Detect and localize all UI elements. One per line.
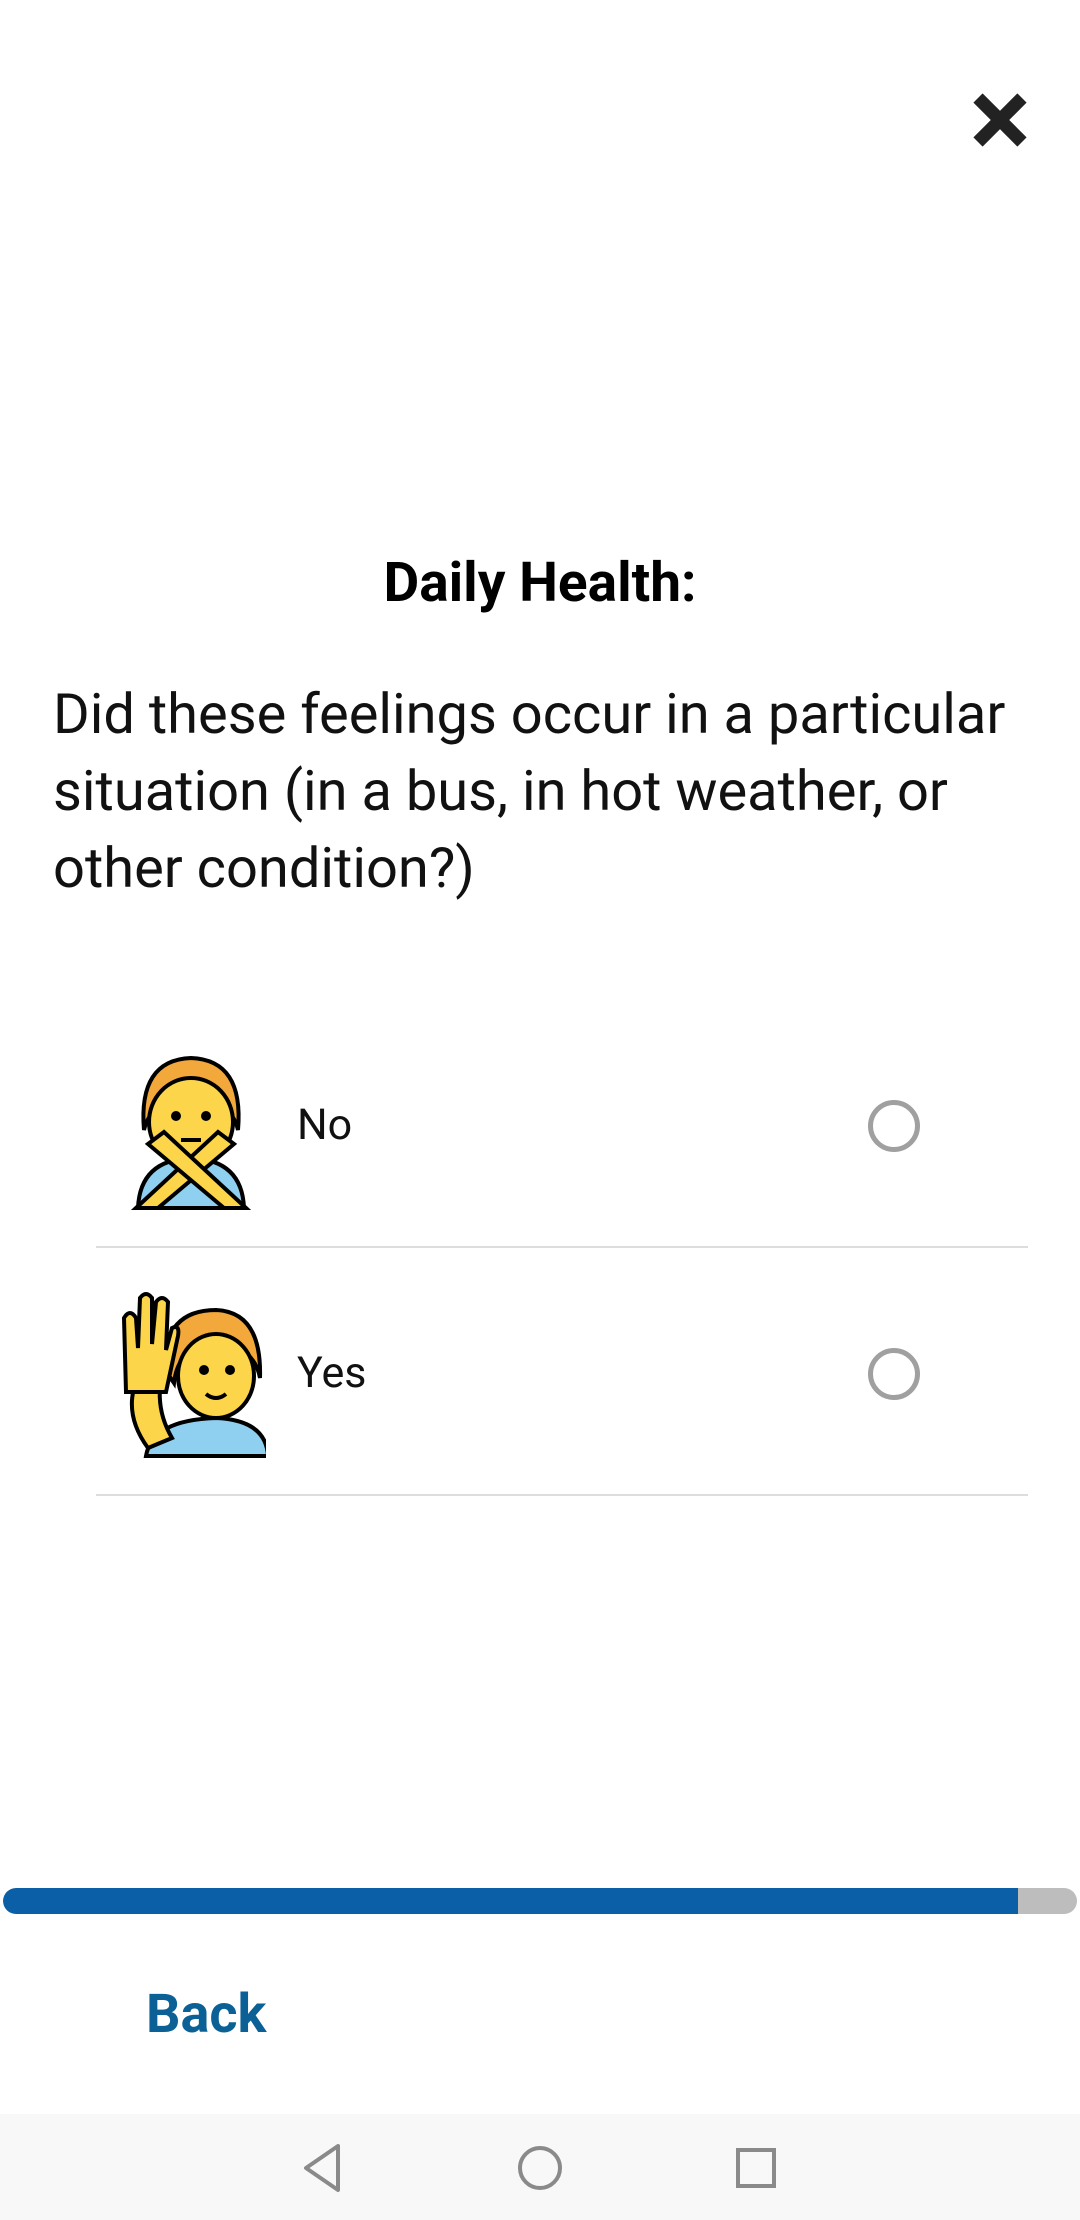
section-title: Daily Health: (383, 551, 697, 615)
close-icon (973, 93, 1027, 147)
back-button[interactable]: Back (146, 1980, 266, 2050)
close-button[interactable] (960, 80, 1040, 160)
answer-options: No Yes (96, 1000, 1028, 1496)
option-label: No (297, 1100, 353, 1150)
option-label: Yes (297, 1348, 367, 1398)
survey-screen: Daily Health: Did these feelings occur i… (0, 0, 1080, 2220)
nav-back-icon[interactable] (292, 2136, 356, 2200)
question-text: Did these feelings occur in a particular… (53, 681, 1006, 901)
progress-bar (3, 1888, 1077, 1914)
nav-recents-icon[interactable] (724, 2136, 788, 2200)
nav-home-icon[interactable] (508, 2136, 572, 2200)
option-yes[interactable]: Yes (96, 1248, 1028, 1496)
system-navigation-bar (0, 2114, 1080, 2220)
person-raising-hand-icon (121, 1292, 266, 1458)
person-gesturing-no-icon (130, 1055, 252, 1210)
radio-button-yes[interactable] (868, 1348, 920, 1400)
progress-fill (3, 1888, 1018, 1914)
radio-button-no[interactable] (868, 1100, 920, 1152)
option-no[interactable]: No (96, 1000, 1028, 1248)
